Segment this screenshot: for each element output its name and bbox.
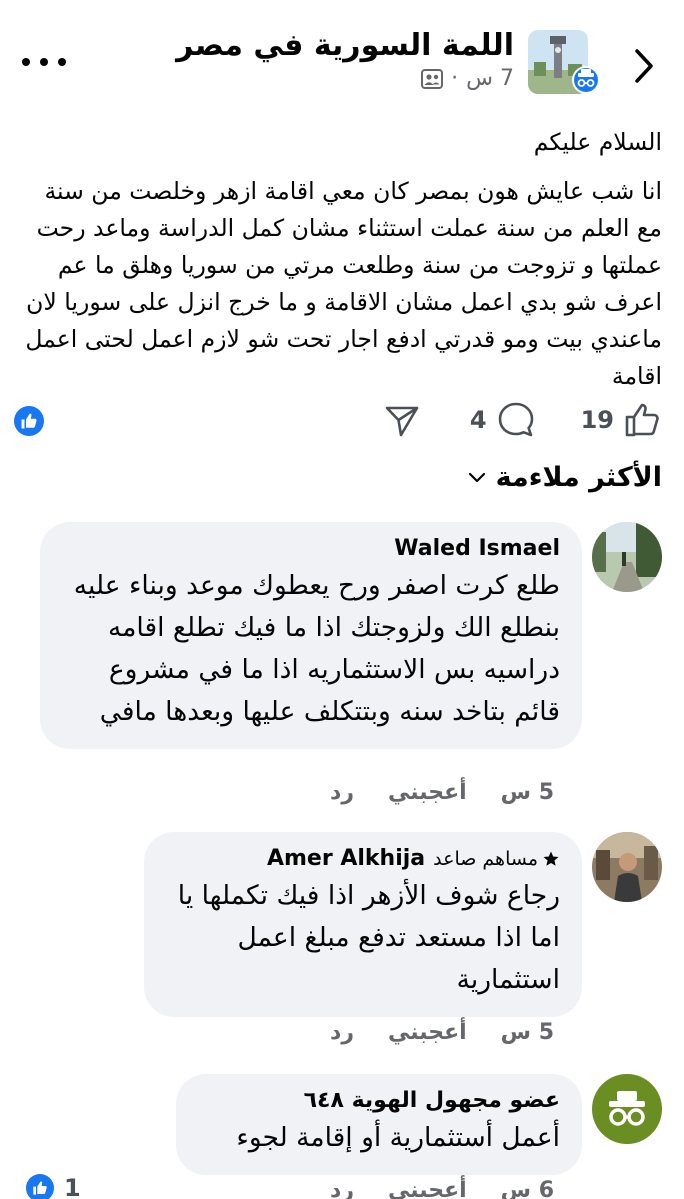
badge-label: مساهم صاعد (433, 847, 538, 870)
avatar-photo-icon (592, 832, 662, 902)
comment-time: 6 س (500, 1178, 554, 1199)
thumbs-up-small-icon (33, 1181, 47, 1195)
avatar-photo-icon (592, 522, 662, 592)
reply-button[interactable]: رد (330, 1178, 354, 1199)
star-icon (543, 851, 559, 866)
group-avatar[interactable] (528, 30, 600, 94)
comment-avatar[interactable] (592, 522, 662, 592)
like-comment-button[interactable]: أعجبني (388, 1020, 467, 1045)
post-text: انا شب عايش هون بمصر كان معي اقامة ازهر … (25, 177, 662, 390)
comment-text: طلع كرت اصفر ورح يعطوك موعد وبناء عليه ب… (73, 570, 560, 727)
comment-actions: رد أعجبني 6 س (330, 1178, 554, 1199)
comment-actions: رد أعجبني 5 س (330, 1020, 554, 1045)
reply-button[interactable]: رد (330, 780, 354, 805)
chevron-down-icon (468, 472, 485, 482)
comment-bubble-icon (498, 402, 533, 437)
anonymous-member-icon (609, 1091, 645, 1126)
like-comment-button[interactable]: أعجبني (388, 780, 467, 805)
comment-bubble: Amer Alkhija مساهم صاعد رجاع شوف الأزهر … (144, 832, 582, 1017)
like-button[interactable]: 19 (581, 401, 662, 439)
comment-actions: رد أعجبني 5 س (330, 780, 554, 805)
group-photo-icon (528, 30, 600, 94)
comment-reaction-summary[interactable]: 1 (26, 1174, 81, 1199)
comment-sort-selector[interactable]: الأكثر ملاءمة (468, 462, 662, 493)
comment-time: 5 س (500, 1020, 554, 1045)
post-meta: 7 س · (421, 66, 514, 91)
comment-count: 4 (469, 406, 487, 434)
group-name[interactable]: اللمة السورية في مصر (176, 28, 514, 63)
share-button[interactable] (380, 398, 424, 442)
comment-author[interactable]: عضو مجهول الهوية ٦٤٨ (198, 1088, 560, 1113)
comment-reaction-count: 1 (64, 1174, 81, 1199)
comment-author[interactable]: Amer Alkhija (267, 846, 425, 871)
comment-bubble: عضو مجهول الهوية ٦٤٨ أعمل أستثمارية أو إ… (176, 1074, 582, 1175)
chevron-right-icon (635, 49, 653, 83)
comment-bubble: Waled Ismael طلع كرت اصفر ورح يعطوك موعد… (40, 522, 582, 749)
comment-text: رجاع شوف الأزهر اذا فيك تكملها يا اما اذ… (177, 880, 560, 995)
back-button[interactable] (626, 40, 662, 92)
post-greeting: السلام عليكم (533, 128, 662, 156)
rising-contributor-badge: مساهم صاعد (433, 848, 560, 870)
like-comment-button[interactable]: أعجبني (388, 1178, 467, 1199)
like-badge-icon[interactable] (14, 406, 44, 436)
thumbs-up-icon (625, 403, 659, 437)
comment-author-row: Amer Alkhija مساهم صاعد (166, 846, 560, 871)
anonymous-avatar[interactable] (592, 1074, 662, 1144)
like-count: 19 (580, 406, 614, 434)
share-arrow-icon (385, 406, 419, 437)
comment-avatar[interactable] (592, 832, 662, 902)
meta-separator: · (451, 66, 459, 91)
thumbs-up-small-icon (21, 413, 37, 429)
comment-author[interactable]: Waled Ismael (62, 536, 560, 561)
reaction-actions: 4 19 (380, 398, 662, 442)
comment-time: 5 س (500, 780, 554, 805)
more-dots-icon (22, 58, 30, 66)
reply-button[interactable]: رد (330, 1020, 354, 1045)
more-options-button[interactable] (22, 44, 66, 80)
post-body: السلام عليكم انا شب عايش هون بمصر كان مع… (22, 124, 662, 395)
post-time: 7 س (466, 66, 514, 91)
like-badge-icon (26, 1174, 54, 1199)
comment-text: أعمل أستثمارية أو إقامة لجوء (236, 1122, 560, 1153)
group-audience-icon (421, 68, 444, 89)
comment-button[interactable]: 4 (470, 401, 535, 439)
sort-label: الأكثر ملاءمة (495, 462, 662, 493)
